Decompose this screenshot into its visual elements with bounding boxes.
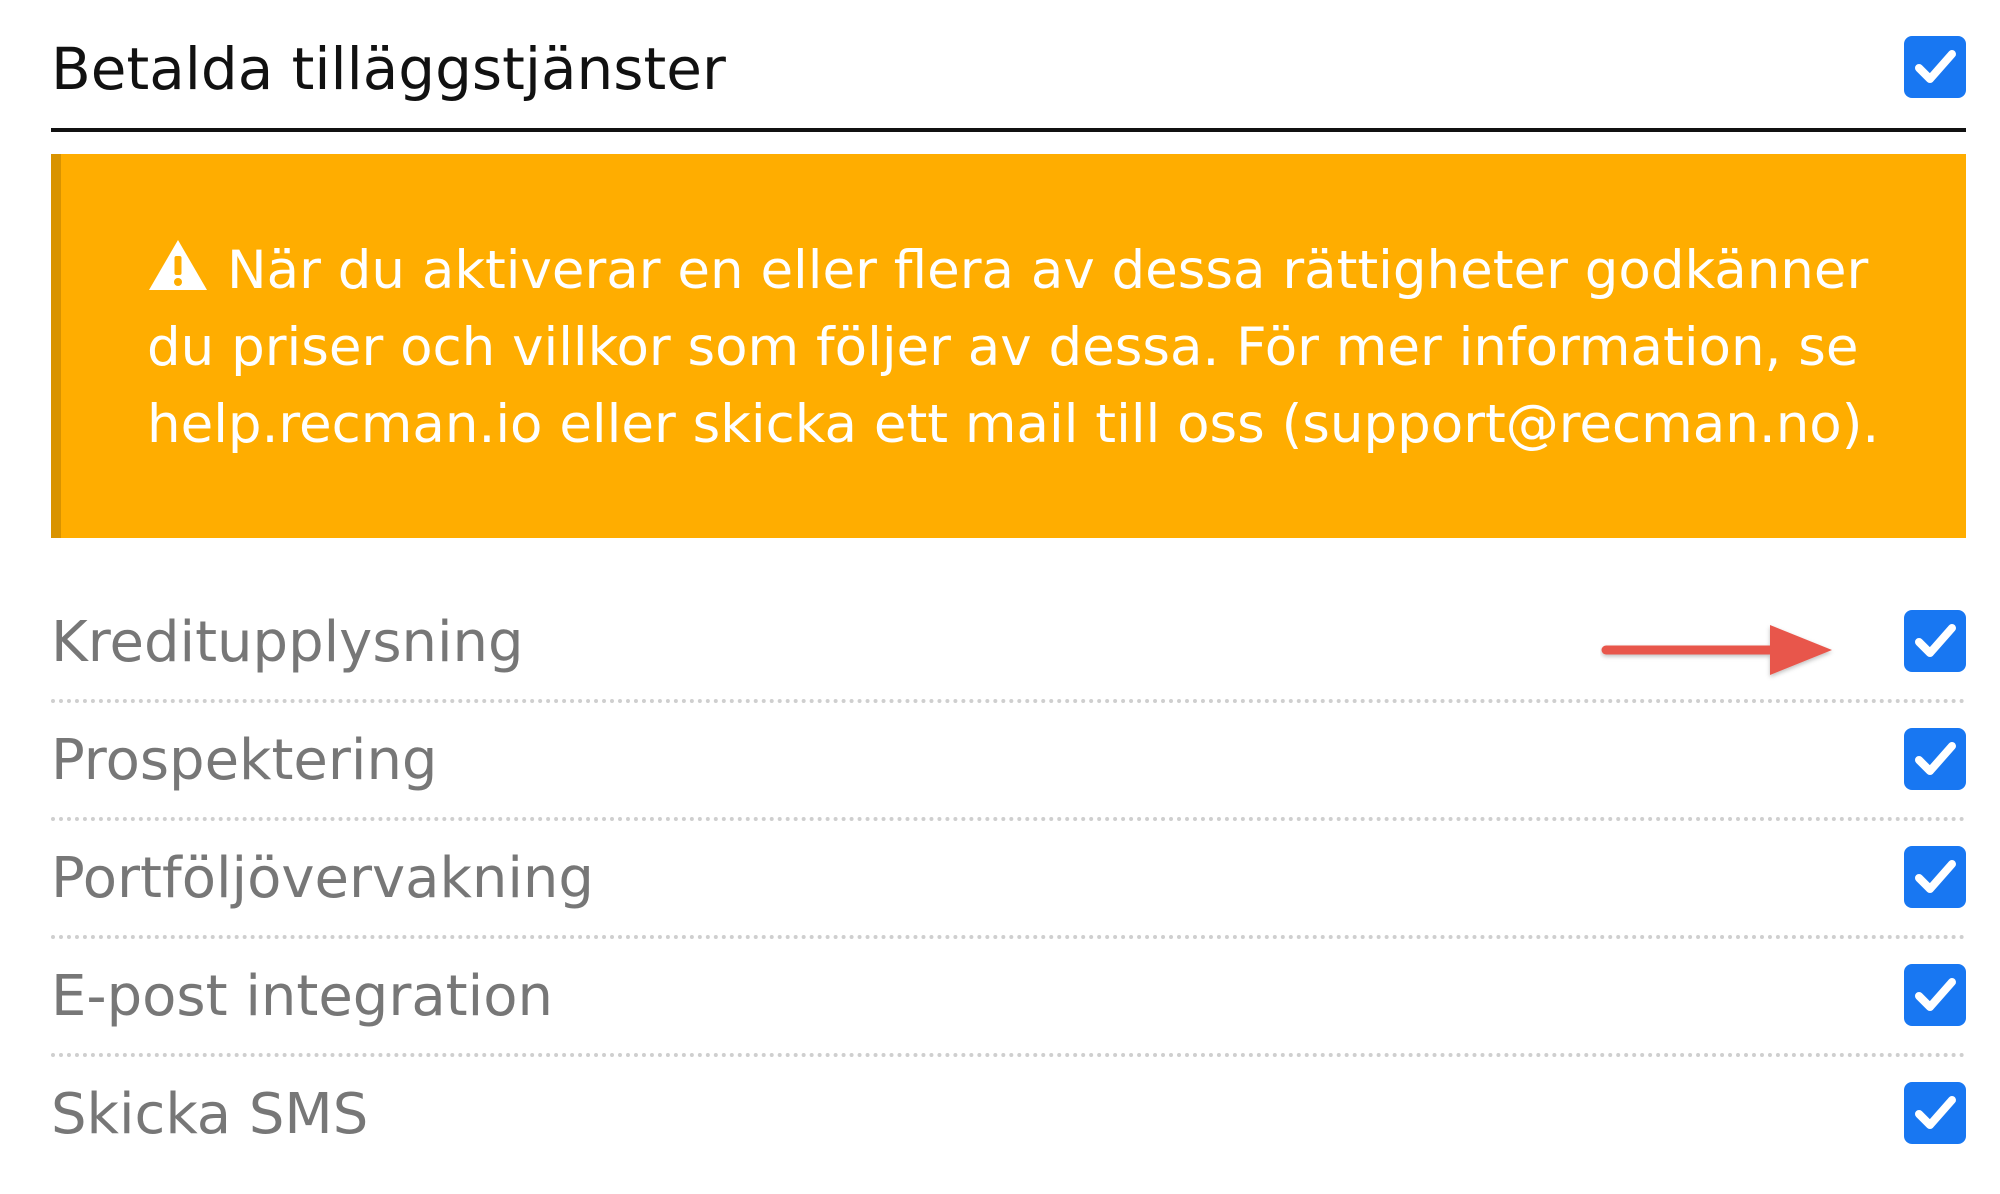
service-label: Kreditupplysning [51, 610, 524, 675]
service-row-epost-integration: E-post integration [51, 939, 1966, 1057]
checkmark-icon [1915, 1096, 1956, 1129]
checkmark-icon [1915, 978, 1956, 1011]
warning-notice: När du aktiverar en eller flera av dessa… [51, 154, 1966, 538]
service-label: Portföljövervakning [51, 846, 594, 911]
service-row-skicka-sms: Skicka SMS [51, 1057, 1966, 1175]
checkmark-icon [1915, 860, 1956, 893]
prospektering-checkbox[interactable] [1904, 728, 1966, 790]
epost-integration-checkbox[interactable] [1904, 964, 1966, 1026]
warning-line-text: När du aktiverar en eller flera av dessa… [227, 240, 1869, 301]
section-header: Betalda tilläggstjänster [51, 0, 1966, 132]
paid-addon-services-section: Betalda tilläggstjänster När du aktivera… [51, 0, 1966, 1147]
section-title: Betalda tilläggstjänster [51, 35, 726, 103]
service-label: E-post integration [51, 964, 553, 1029]
service-row-portfoljovervakning: Portföljövervakning [51, 821, 1966, 939]
service-row-prospektering: Prospektering [51, 703, 1966, 821]
skicka-sms-checkbox[interactable] [1904, 1082, 1966, 1144]
warning-triangle-icon [147, 238, 209, 292]
portfoljovervakning-checkbox[interactable] [1904, 846, 1966, 908]
warning-line: du priser och villkor som följer av dess… [147, 317, 1859, 378]
kreditupplysning-checkbox[interactable] [1904, 610, 1966, 672]
warning-text: När du aktiverar en eller flera av dessa… [147, 232, 1947, 463]
warning-line: help.recman.io eller skicka ett mail til… [147, 394, 1880, 455]
checkmark-icon [1915, 624, 1956, 657]
red-arrow-icon [1601, 625, 1832, 675]
checkmark-icon [1915, 50, 1956, 83]
warning-line: När du aktiverar en eller flera av dessa… [147, 232, 1947, 309]
service-label: Prospektering [51, 728, 438, 793]
section-enable-checkbox[interactable] [1904, 36, 1966, 98]
checkmark-icon [1915, 742, 1956, 775]
service-label: Skicka SMS [51, 1082, 369, 1147]
